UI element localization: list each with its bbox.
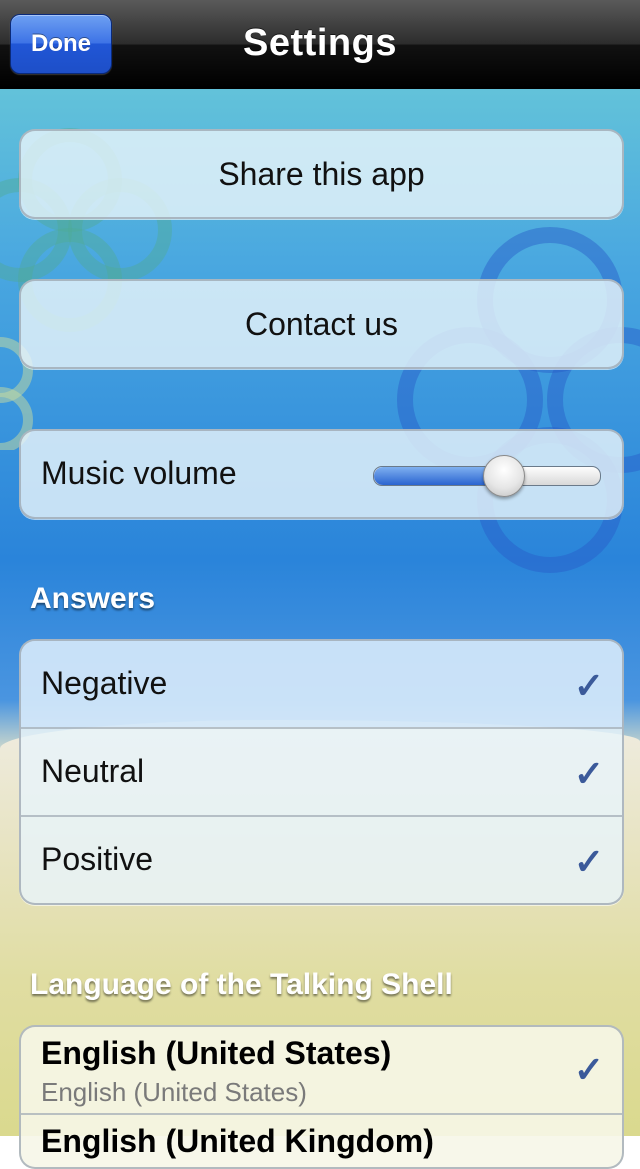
music-volume-slider[interactable] [373,455,601,497]
answers-section-header: Answers [30,582,156,615]
language-title: English (United Kingdom) [41,1123,434,1159]
share-app-button[interactable]: Share this app [19,129,624,219]
language-row-en-gb[interactable]: English (United Kingdom) [21,1113,622,1167]
answer-row-negative[interactable]: Negative ✓ [21,641,622,727]
slider-thumb[interactable] [483,455,525,497]
answer-label: Negative [41,665,168,701]
answer-label: Neutral [41,753,145,789]
answer-label: Positive [41,841,154,877]
checkmark-icon: ✓ [573,665,604,706]
checkmark-icon: ✓ [573,1049,604,1090]
answers-list: Negative ✓ Neutral ✓ Positive ✓ [19,639,624,905]
checkmark-icon: ✓ [573,841,604,882]
page-title: Settings [243,22,397,64]
navigation-bar: Done Settings [0,0,640,89]
answer-row-positive[interactable]: Positive ✓ [21,815,622,903]
language-subtitle: English (United States) [41,1077,307,1107]
music-volume-label: Music volume [41,455,237,491]
language-section-header: Language of the Talking Shell [30,968,453,1001]
flower-decoration-right [397,227,640,573]
checkmark-icon: ✓ [573,753,604,794]
answer-row-neutral[interactable]: Neutral ✓ [21,727,622,815]
language-list: English (United States) English (United … [19,1025,624,1169]
contact-us-button[interactable]: Contact us [19,279,624,369]
language-title: English (United States) [41,1035,392,1071]
music-volume-row: Music volume [19,429,624,519]
language-row-en-us[interactable]: English (United States) English (United … [21,1027,622,1113]
